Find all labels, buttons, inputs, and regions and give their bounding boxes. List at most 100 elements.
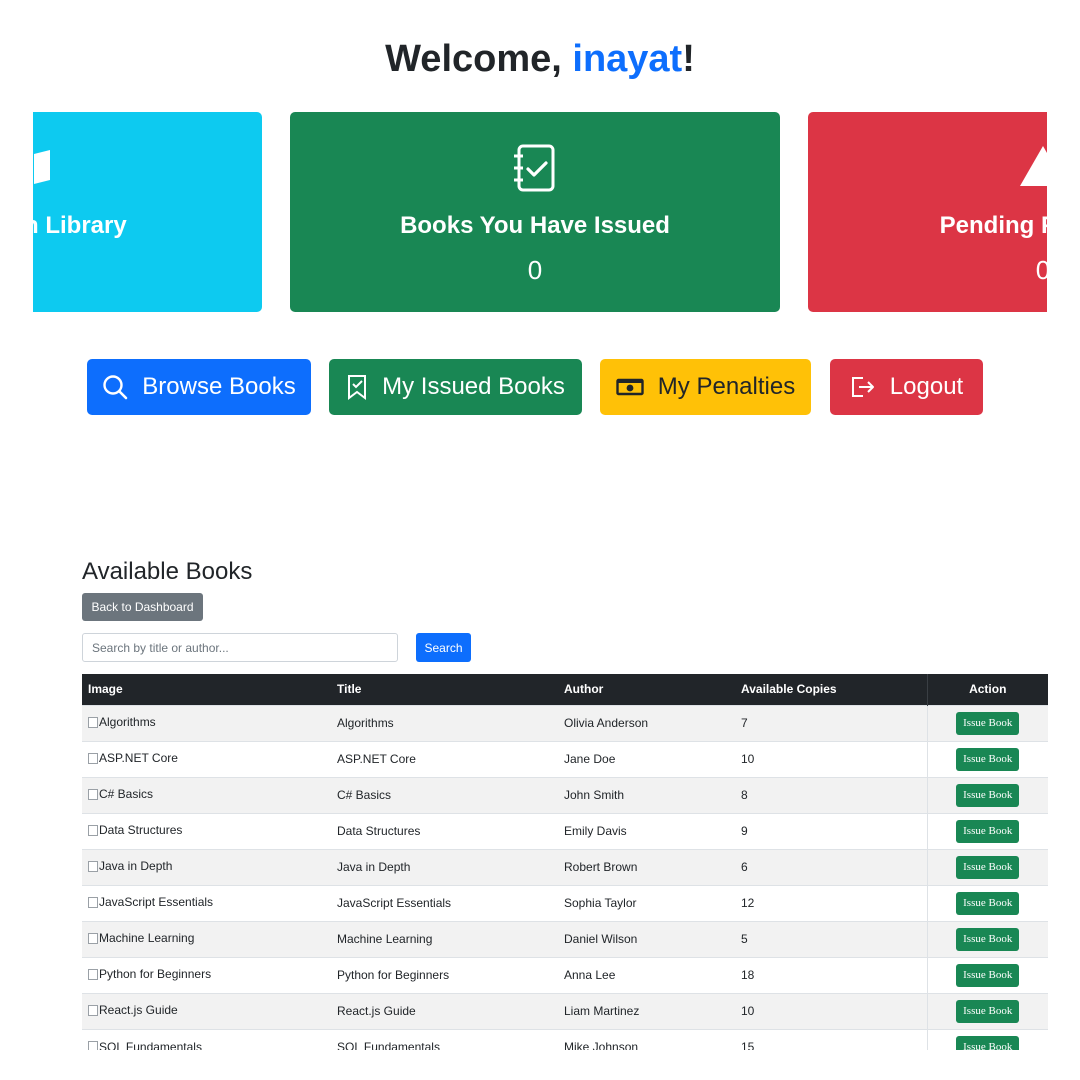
cell-copies: 10 — [735, 992, 927, 1029]
cell-title: JavaScript Essentials — [331, 884, 558, 921]
logout-icon — [850, 376, 876, 398]
browse-books-button[interactable]: Browse Books — [87, 359, 311, 415]
image-alt-text: Machine Learning — [99, 931, 195, 946]
cell-action: Issue Book — [926, 776, 1048, 813]
search-icon — [102, 374, 128, 400]
table-row: Java in Depth Java in Depth Robert Brown… — [82, 848, 1048, 885]
cell-author: Olivia Anderson — [558, 704, 735, 741]
logout-button[interactable]: Logout — [830, 359, 983, 415]
cell-image: Algorithms — [82, 704, 331, 741]
image-alt-text: C# Basics — [99, 787, 154, 802]
broken-image-icon — [88, 752, 98, 764]
image-alt-text: ASP.NET Core — [99, 751, 178, 766]
cell-action: Issue Book — [926, 884, 1048, 921]
cell-action: Issue Book — [926, 920, 1048, 957]
search-button[interactable]: Search — [416, 633, 471, 662]
cell-title: Java in Depth — [331, 848, 558, 885]
welcome-greeting: Welcome, — [385, 38, 573, 80]
table-header-row: Image Title Author Available Copies Acti… — [82, 674, 1048, 705]
cell-title: Python for Beginners — [331, 956, 558, 993]
broken-image-icon — [88, 932, 98, 944]
cash-icon — [616, 377, 644, 397]
table-row: Machine Learning Machine Learning Daniel… — [82, 920, 1048, 957]
cell-copies: 18 — [735, 956, 927, 993]
cell-author: Emily Davis — [558, 812, 735, 849]
issue-book-button[interactable]: Issue Book — [956, 963, 1020, 987]
table-row: Python for Beginners Python for Beginner… — [82, 956, 1048, 993]
cell-title: ASP.NET Core — [331, 740, 558, 777]
broken-image-icon — [88, 788, 98, 800]
cell-title: Data Structures — [331, 812, 558, 849]
cell-author: Robert Brown — [558, 848, 735, 885]
cell-author: Mike Johnson — [558, 1028, 735, 1050]
issue-book-button[interactable]: Issue Book — [956, 1035, 1020, 1050]
browse-books-label: Browse Books — [142, 373, 296, 400]
search-input[interactable] — [82, 633, 398, 662]
table-row: React.js Guide React.js Guide Liam Marti… — [82, 992, 1048, 1029]
book-cover-image: React.js Guide — [88, 1003, 178, 1017]
issue-book-button[interactable]: Issue Book — [956, 855, 1020, 879]
welcome-punct: ! — [682, 38, 695, 80]
image-alt-text: React.js Guide — [99, 1003, 178, 1018]
broken-image-icon — [88, 968, 98, 980]
book-cover-image: Algorithms — [88, 715, 156, 729]
table-row: JavaScript Essentials JavaScript Essenti… — [82, 884, 1048, 921]
book-cover-image: Data Structures — [88, 823, 182, 837]
books-table-container: Image Title Author Available Copies Acti… — [82, 674, 1048, 1050]
issue-book-button[interactable]: Issue Book — [956, 819, 1020, 843]
my-penalties-label: My Penalties — [657, 373, 796, 400]
my-issued-books-button[interactable]: My Issued Books — [329, 359, 582, 415]
table-row: Algorithms Algorithms Olivia Anderson 7 … — [82, 704, 1048, 741]
cell-image: SQL Fundamentals — [82, 1028, 331, 1051]
cell-image: JavaScript Essentials — [82, 884, 331, 921]
card-title: Pending Penalties — [939, 212, 1047, 239]
cell-action: Issue Book — [926, 956, 1048, 993]
warning-triangle-icon — [1017, 142, 1047, 195]
issue-book-button[interactable]: Issue Book — [956, 999, 1020, 1023]
issue-book-button[interactable]: Issue Book — [956, 891, 1020, 915]
book-cover-image: SQL Fundamentals — [88, 1039, 202, 1051]
cell-copies: 5 — [735, 920, 927, 957]
cell-copies: 6 — [735, 848, 927, 885]
welcome-username: inayat — [572, 38, 683, 80]
broken-image-icon — [88, 824, 98, 836]
issue-book-button[interactable]: Issue Book — [956, 747, 1020, 771]
issue-book-button[interactable]: Issue Book — [956, 711, 1020, 735]
issue-book-button[interactable]: Issue Book — [956, 783, 1020, 807]
card-title: Books You Have Issued — [400, 212, 670, 239]
cell-author: Daniel Wilson — [558, 920, 735, 957]
book-icon — [33, 142, 56, 195]
image-alt-text: JavaScript Essentials — [99, 895, 214, 910]
card-pending-penalties: Pending Penalties 0 — [808, 112, 1047, 312]
cell-author: John Smith — [558, 776, 735, 813]
cell-title: Algorithms — [331, 704, 558, 741]
cell-copies: 10 — [735, 740, 927, 777]
cell-author: Anna Lee — [558, 956, 735, 993]
book-cover-image: Python for Beginners — [88, 967, 211, 981]
cell-copies: 9 — [735, 812, 927, 849]
bookmark-check-icon — [346, 374, 368, 400]
card-title: Books in Library — [33, 212, 127, 239]
cell-image: C# Basics — [82, 776, 331, 813]
stat-cards: Books in Library Books You Have Issued 0… — [33, 112, 1047, 314]
book-cover-image: C# Basics — [88, 787, 153, 801]
table-row: Data Structures Data Structures Emily Da… — [82, 812, 1048, 849]
back-to-dashboard-button[interactable]: Back to Dashboard — [82, 593, 203, 621]
welcome-heading: Welcome, inayat! — [0, 38, 1080, 81]
issue-book-button[interactable]: Issue Book — [956, 927, 1020, 951]
book-cover-image: Java in Depth — [88, 859, 172, 873]
books-table: Image Title Author Available Copies Acti… — [82, 674, 1048, 1050]
image-alt-text: SQL Fundamentals — [99, 1039, 202, 1051]
cell-image: Python for Beginners — [82, 956, 331, 993]
cell-copies: 7 — [735, 704, 927, 741]
my-penalties-button[interactable]: My Penalties — [600, 359, 811, 415]
cell-action: Issue Book — [926, 992, 1048, 1029]
cell-title: SQL Fundamentals — [331, 1028, 558, 1050]
image-alt-text: Data Structures — [99, 823, 183, 838]
cell-image: Data Structures — [82, 812, 331, 849]
card-value: 0 — [1035, 255, 1047, 285]
available-books-title: Available Books — [82, 558, 253, 585]
book-cover-image: ASP.NET Core — [88, 751, 178, 765]
checklist-journal-icon — [511, 142, 559, 199]
column-header-image: Image — [82, 674, 331, 705]
